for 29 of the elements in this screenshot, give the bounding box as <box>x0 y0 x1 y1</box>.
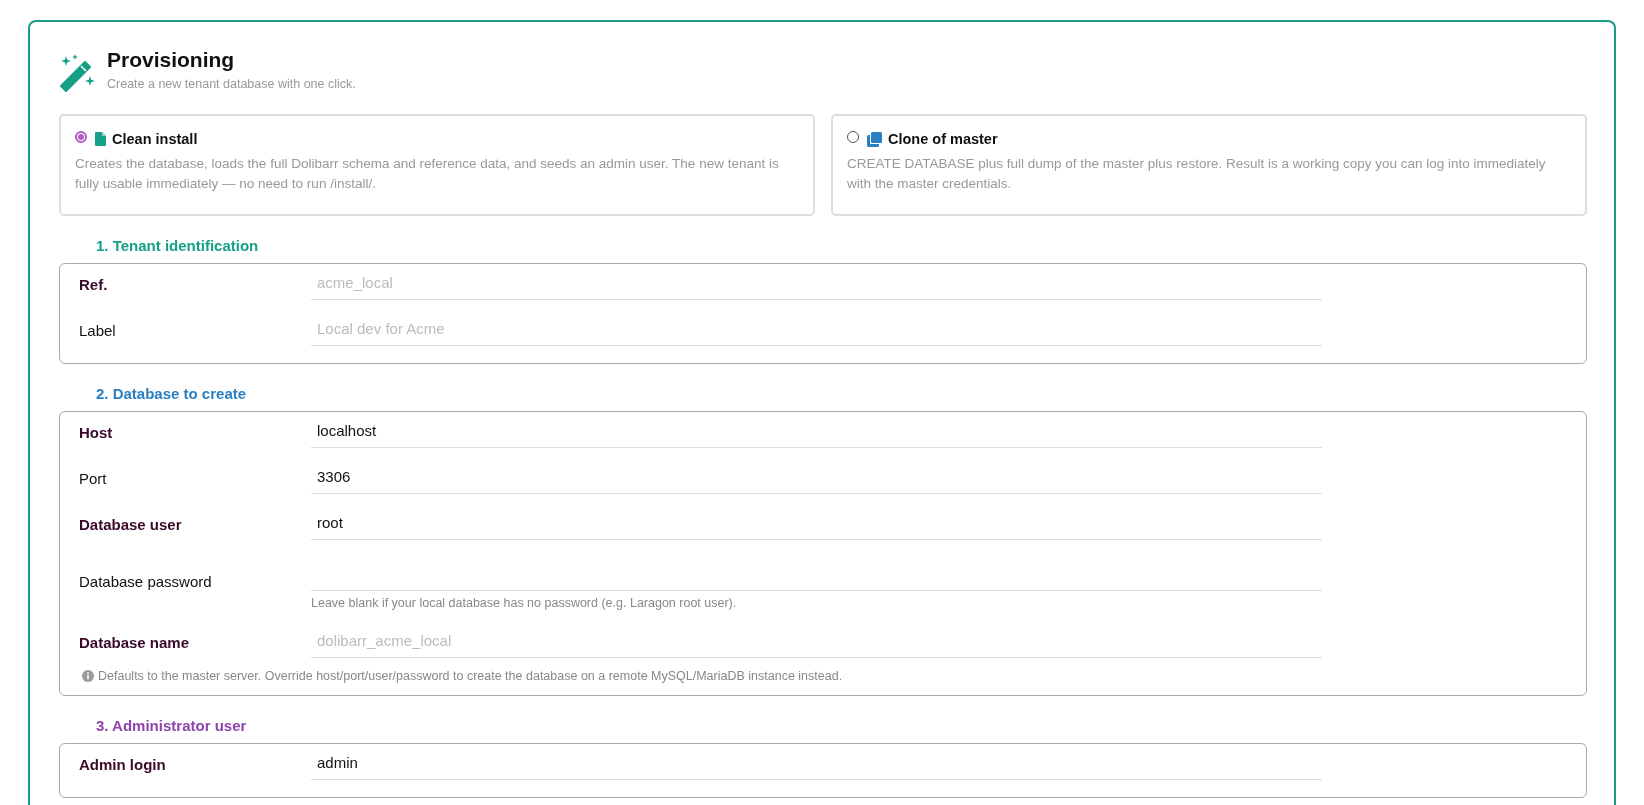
option-title: Clean install <box>112 131 198 147</box>
input-field[interactable]: acme_local <box>311 268 1322 300</box>
option-card[interactable]: Clean install Creates the database, loads the full Dolibarr schema and reference data, and seeds an admin user. The new tenant is fully usable immediately — no need to run /install/. <box>59 114 815 216</box>
option-title: Clone of master <box>888 131 998 147</box>
help-text: Leave blank if your local database has no password (e.g. Laragon root user). <box>311 596 738 610</box>
field-label: Database password <box>79 572 213 590</box>
info-icon <box>82 670 94 682</box>
note-text: Defaults to the master server. Override host/port/user/password to create the database on a remote MySQL/MariaDB instance instead. <box>98 669 843 683</box>
field-label: Ref. <box>79 275 109 293</box>
option-description: Creates the database, loads the full Dolibarr schema and reference data, and seeds an admin user. The new tenant is fully usable immediately — no need to run /install/. <box>75 155 780 193</box>
page-title: Provisioning <box>107 48 236 72</box>
field-label: Host <box>79 423 114 441</box>
field-label: Database name <box>79 633 191 651</box>
page-subtitle: Create a new tenant database with one click. <box>107 77 356 91</box>
input-field[interactable]: dolibarr_acme_local <box>311 626 1322 658</box>
input-field[interactable]: 3306 <box>311 462 1322 494</box>
input-field[interactable]: Local dev for Acme <box>311 314 1322 346</box>
option-card[interactable]: Clone of master CREATE DATABASE plus full dump of the master plus restore. Result is a working copy you can log into immediately with the master credentials. <box>831 114 1587 216</box>
field-label: Database user <box>79 515 183 533</box>
option-description: CREATE DATABASE plus full dump of the master plus restore. Result is a working copy you can log into immediately with the master credentials. <box>847 155 1547 193</box>
input-field[interactable]: localhost <box>311 416 1322 448</box>
file-icon <box>95 132 106 146</box>
field-label: Port <box>79 469 108 487</box>
copy-icon <box>867 131 882 147</box>
input-field[interactable]: root <box>311 508 1322 540</box>
field-label: Admin login <box>79 755 167 773</box>
field-label: Label <box>79 321 117 339</box>
input-field[interactable]: admin <box>311 748 1322 780</box>
radio-button[interactable] <box>75 131 87 143</box>
